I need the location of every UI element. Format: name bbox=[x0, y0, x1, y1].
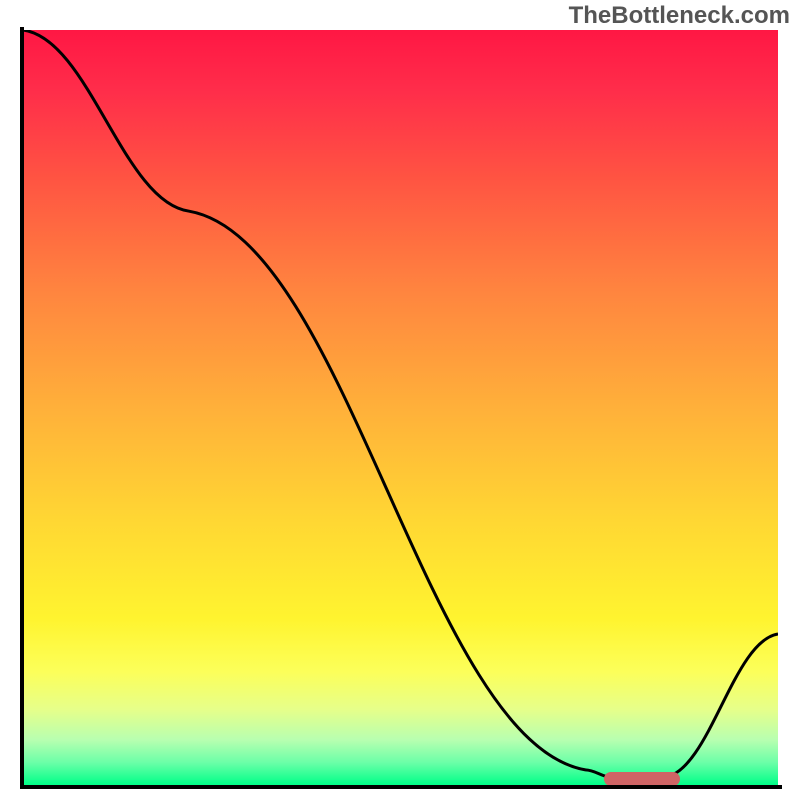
bottleneck-curve bbox=[23, 30, 778, 777]
y-axis bbox=[20, 27, 24, 789]
curve-layer bbox=[23, 30, 778, 785]
chart-container: TheBottleneck.com bbox=[0, 0, 800, 800]
x-axis bbox=[20, 785, 782, 789]
plot-area bbox=[23, 30, 778, 785]
watermark-text: TheBottleneck.com bbox=[569, 2, 790, 30]
optimal-range-marker bbox=[604, 772, 680, 786]
